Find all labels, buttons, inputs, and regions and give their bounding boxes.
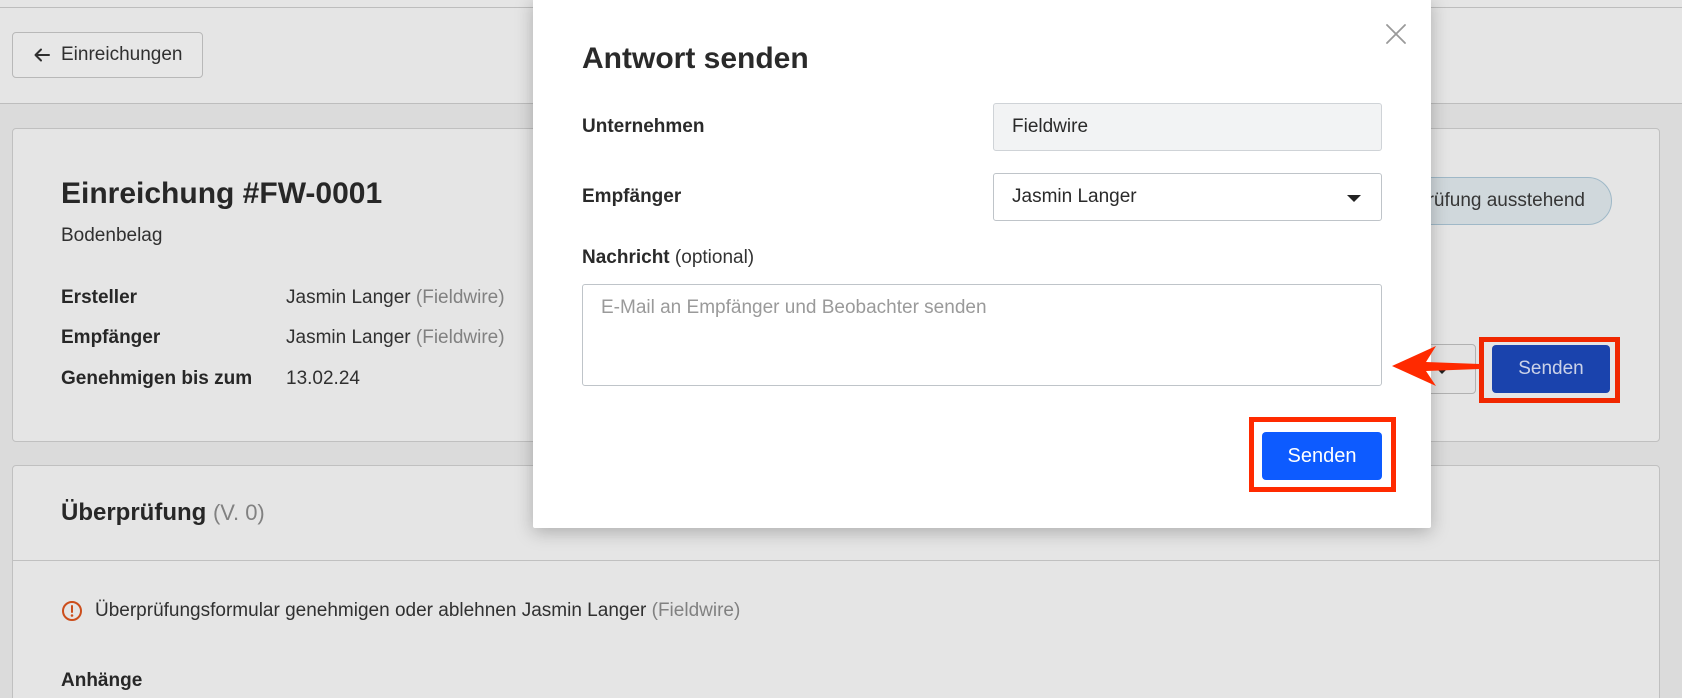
arrow-left-icon bbox=[1392, 346, 1480, 386]
company-field: Fieldwire bbox=[993, 103, 1382, 151]
message-label: Nachricht (optional) bbox=[582, 247, 755, 268]
recipient-label: Empfänger bbox=[582, 186, 682, 207]
chevron-down-icon bbox=[1347, 195, 1361, 202]
recipient-select[interactable]: Jasmin Langer bbox=[993, 173, 1382, 221]
message-textarea[interactable] bbox=[582, 284, 1382, 386]
highlight-box-send bbox=[1249, 417, 1396, 492]
recipient-select-value: Jasmin Langer bbox=[1012, 186, 1137, 207]
dialog-title: Antwort senden bbox=[582, 42, 809, 75]
close-icon[interactable] bbox=[1384, 22, 1408, 46]
company-label: Unternehmen bbox=[582, 116, 705, 137]
